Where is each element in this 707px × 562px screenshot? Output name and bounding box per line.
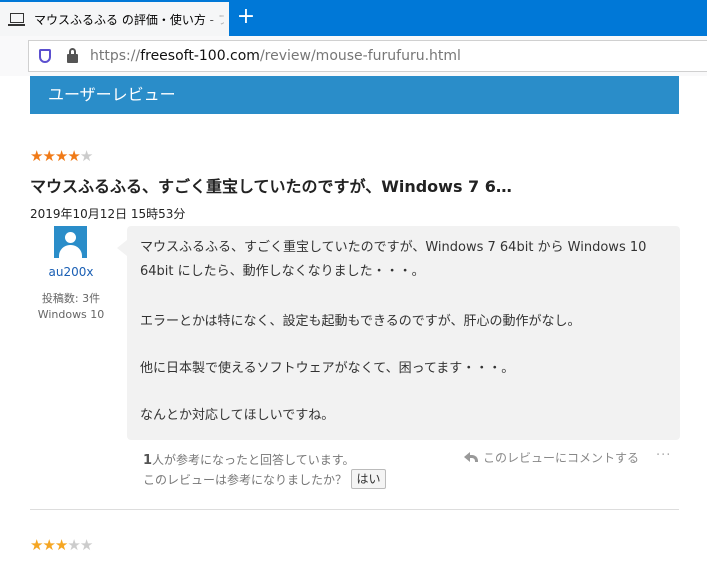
helpful-yes-button[interactable]: はい	[351, 469, 386, 489]
url-path: /review/mouse-furufuru.html	[259, 48, 461, 64]
tab-title: マウスふるふる の評価・使い方 - フリ	[34, 13, 224, 27]
star-filled-icon: ★	[54, 536, 68, 554]
star-empty-icon: ★	[79, 147, 93, 165]
star-filled-icon: ★	[30, 147, 43, 165]
new-tab-button[interactable]: +	[235, 4, 257, 30]
tracking-protection-shield-icon[interactable]	[39, 49, 51, 63]
comment-link-label: このレビューにコメントする	[483, 451, 640, 465]
review-body: マウスふるふる、すごく重宝していたのですが、Windows 7 64bit から…	[117, 226, 680, 440]
more-options-icon[interactable]: ···	[656, 448, 671, 463]
star-filled-icon: ★	[54, 147, 68, 165]
user-os: Windows 10	[37, 308, 105, 321]
review-paragraph: 他に日本製で使えるソフトウェアがなくて、困ってます・・・。	[140, 361, 515, 376]
address-bar[interactable]: https://freesoft-100.com/review/mouse-fu…	[28, 40, 707, 72]
helpful-count: 1	[143, 453, 153, 468]
review-title[interactable]: マウスふるふる、すごく重宝していたのですが、Windows 7 6…	[30, 173, 512, 197]
helpful-question: このレビューは参考になりましたか？	[143, 473, 348, 487]
browser-tab-bar: マウスふるふる の評価・使い方 - フリ +	[0, 0, 707, 36]
review-paragraph: なんとか対応してほしいですね。	[140, 408, 335, 423]
review-divider	[30, 509, 679, 510]
avatar-head	[65, 232, 76, 243]
tab-title-fade	[203, 2, 229, 36]
star-filled-icon: ★	[42, 536, 55, 554]
username-link[interactable]: au200x	[30, 265, 112, 279]
review-date: 2019年10月12日 15時53分	[30, 207, 186, 221]
lock-icon[interactable]	[67, 48, 78, 63]
star-empty-icon: ★	[67, 536, 80, 554]
review-paragraph: マウスふるふる、すごく重宝していたのですが、Windows 7 64bit から…	[140, 240, 647, 255]
review-paragraph: 64bit にしたら、動作しなくなりました・・・。	[140, 264, 425, 279]
star-filled-icon: ★	[30, 536, 43, 554]
star-empty-icon: ★	[79, 536, 93, 554]
star-filled-icon: ★	[42, 147, 55, 165]
reply-icon	[464, 451, 478, 463]
next-review-rating: ★★★★★	[30, 536, 93, 554]
helpful-text: 人が参考になったと回答しています。	[152, 453, 355, 467]
comment-link[interactable]: このレビューにコメントする	[464, 449, 639, 466]
browser-nav-bar: https://freesoft-100.com/review/mouse-fu…	[0, 36, 707, 76]
browser-tab[interactable]: マウスふるふる の評価・使い方 - フリ	[0, 2, 229, 36]
review-rating: ★★★★★	[30, 147, 93, 165]
helpful-count-text: 1人が参考になったと回答しています。	[143, 451, 355, 468]
user-post-count: 投稿数: 3件	[41, 292, 101, 305]
url-host: freesoft-100.com	[140, 48, 260, 64]
star-filled-icon: ★	[67, 147, 80, 165]
url-text[interactable]: https://freesoft-100.com/review/mouse-fu…	[90, 48, 461, 64]
url-scheme: https://	[90, 48, 141, 64]
user-avatar-icon[interactable]	[54, 226, 87, 258]
avatar-body	[59, 245, 82, 258]
laptop-icon	[8, 13, 25, 26]
review-paragraph: エラーとかは特になく、設定も起動もできるのですが、肝心の動作がなし。	[140, 314, 581, 329]
section-header: ユーザーレビュー	[30, 76, 679, 114]
